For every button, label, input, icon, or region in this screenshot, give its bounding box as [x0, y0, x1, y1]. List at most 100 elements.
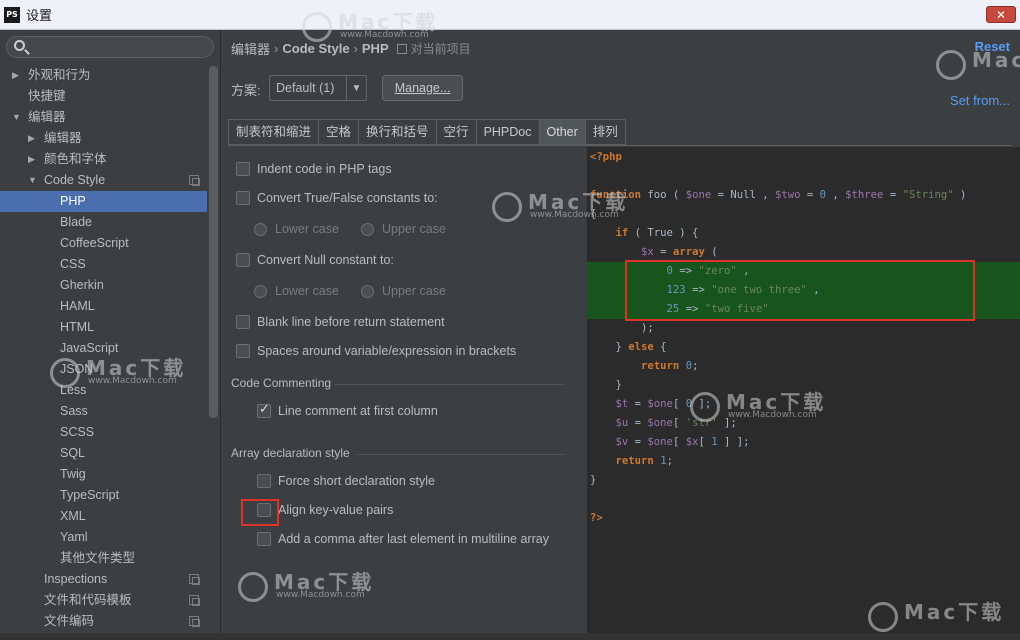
- blank-line-return-label: Blank line before return statement: [257, 315, 445, 329]
- code-token: 'str': [685, 417, 718, 429]
- sidebar-item[interactable]: ▶ 编辑器: [0, 128, 207, 149]
- close-button[interactable]: ✕: [986, 6, 1016, 23]
- null-upper-case-option[interactable]: Upper case: [361, 284, 446, 298]
- sidebar-item[interactable]: 其他文件类型: [0, 548, 207, 569]
- sidebar-item[interactable]: 文件和代码模板: [0, 590, 207, 611]
- blank-line-return-option[interactable]: Blank line before return statement: [236, 315, 445, 329]
- force-short-option[interactable]: Force short declaration style: [257, 474, 435, 488]
- sidebar-item[interactable]: JSON: [0, 359, 207, 380]
- spaces-brackets-checkbox[interactable]: [236, 344, 250, 358]
- tab[interactable]: Other: [539, 119, 586, 145]
- tab[interactable]: 换行和括号: [359, 119, 437, 145]
- code-token: }: [590, 379, 622, 391]
- sidebar-item-label: 文件和代码模板: [44, 593, 132, 607]
- sidebar-item[interactable]: TypeScript: [0, 485, 207, 506]
- search-input[interactable]: [6, 36, 214, 58]
- sidebar-item[interactable]: SQL: [0, 443, 207, 464]
- sidebar-item[interactable]: Gherkin: [0, 275, 207, 296]
- code-token: }: [590, 341, 629, 353]
- null-upper-case-radio[interactable]: [361, 284, 374, 298]
- code-token: if: [615, 227, 629, 239]
- indent-php-tags-checkbox[interactable]: [236, 162, 250, 176]
- code-line: );: [587, 319, 1020, 338]
- tab[interactable]: 制表符和缩进: [228, 119, 320, 145]
- code-token: $u: [615, 417, 629, 429]
- expand-right-icon[interactable]: ▶: [12, 65, 19, 86]
- code-token: $one: [685, 189, 712, 201]
- tf-upper-case-radio[interactable]: [361, 222, 374, 236]
- sidebar-item[interactable]: ▼ Code Style: [0, 170, 207, 191]
- convert-null-checkbox[interactable]: [236, 253, 250, 267]
- sidebar-item[interactable]: JavaScript: [0, 338, 207, 359]
- sidebar-item-label: HTML: [60, 320, 95, 334]
- annotation-highlight-box: [241, 499, 279, 526]
- reset-link[interactable]: Reset: [975, 39, 1010, 54]
- options-panel: Indent code in PHP tags Convert True/Fal…: [221, 147, 586, 640]
- code-token: $v: [615, 436, 629, 448]
- breadcrumb-editor: 编辑器: [231, 42, 271, 57]
- scheme-select[interactable]: Default (1) ▼: [269, 75, 367, 101]
- convert-null-option[interactable]: Convert Null constant to:: [236, 253, 394, 267]
- code-token: =: [800, 189, 820, 201]
- spaces-brackets-option[interactable]: Spaces around variable/expression in bra…: [236, 344, 516, 358]
- code-token: array: [672, 246, 705, 258]
- convert-true-false-checkbox[interactable]: [236, 191, 250, 205]
- line-comment-checkbox[interactable]: [257, 402, 271, 418]
- tf-lower-case-radio[interactable]: [254, 222, 267, 236]
- sidebar-item[interactable]: HTML: [0, 317, 207, 338]
- sidebar-item[interactable]: 文件编码: [0, 611, 207, 632]
- code-line: <?php: [587, 148, 1020, 167]
- expand-right-icon[interactable]: ▶: [28, 128, 35, 149]
- code-token: );: [590, 322, 654, 334]
- expand-right-icon[interactable]: ▶: [28, 149, 35, 170]
- add-comma-checkbox[interactable]: [257, 532, 271, 546]
- sidebar-item[interactable]: ▶ 颜色和字体: [0, 149, 207, 170]
- sidebar-item[interactable]: SCSS: [0, 422, 207, 443]
- sidebar-item[interactable]: PHP: [0, 191, 207, 212]
- sidebar-item[interactable]: 快捷键: [0, 86, 207, 107]
- copy-project-icon: [189, 595, 200, 606]
- project-scope-label: 对当前项目: [410, 42, 471, 56]
- add-comma-option[interactable]: Add a comma after last element in multil…: [257, 532, 549, 546]
- tab[interactable]: 空行: [436, 119, 477, 145]
- sidebar-item[interactable]: CoffeeScript: [0, 233, 207, 254]
- force-short-label: Force short declaration style: [278, 474, 436, 488]
- sidebar-item[interactable]: ▼ 编辑器: [0, 107, 207, 128]
- convert-true-false-option[interactable]: Convert True/False constants to:: [236, 191, 438, 205]
- tab[interactable]: 排列: [585, 119, 626, 145]
- code-line: $v = $one[ $x[ 1 ] ];: [587, 433, 1020, 452]
- code-token: =: [653, 246, 673, 258]
- tab[interactable]: PHPDoc: [476, 119, 540, 145]
- expand-down-icon[interactable]: ▼: [28, 170, 37, 191]
- tf-upper-case-option[interactable]: Upper case: [361, 222, 446, 236]
- sidebar-item[interactable]: ▶ 外观和行为: [0, 65, 207, 86]
- sidebar-item[interactable]: XML: [0, 506, 207, 527]
- code-token: $one: [647, 436, 673, 448]
- code-line: }: [587, 376, 1020, 395]
- sidebar-item[interactable]: Sass: [0, 401, 207, 422]
- code-preview: ?>} return 1; $v = $one[ $x[ 1 ] ]; $u =…: [587, 147, 1020, 640]
- force-short-checkbox[interactable]: [257, 474, 271, 488]
- expand-down-icon[interactable]: ▼: [12, 107, 21, 128]
- sidebar-item[interactable]: Twig: [0, 464, 207, 485]
- null-lower-case-radio[interactable]: [254, 284, 267, 298]
- null-lower-case-option[interactable]: Lower case: [254, 284, 339, 298]
- indent-php-tags-option[interactable]: Indent code in PHP tags: [236, 162, 392, 176]
- sidebar-item[interactable]: Less: [0, 380, 207, 401]
- blank-line-return-checkbox[interactable]: [236, 315, 250, 329]
- tf-lower-case-option[interactable]: Lower case: [254, 222, 339, 236]
- manage-button[interactable]: Manage...: [382, 75, 463, 101]
- sidebar-item[interactable]: Inspections: [0, 569, 207, 590]
- convert-true-false-label: Convert True/False constants to:: [257, 191, 438, 205]
- tab[interactable]: 空格: [319, 119, 360, 145]
- sidebar-item[interactable]: Yaml: [0, 527, 207, 548]
- sidebar-item[interactable]: Blade: [0, 212, 207, 233]
- sidebar-item[interactable]: HAML: [0, 296, 207, 317]
- sidebar-scrollbar[interactable]: [209, 66, 218, 418]
- convert-null-label: Convert Null constant to:: [257, 253, 394, 267]
- line-comment-option[interactable]: Line comment at first column: [257, 402, 438, 418]
- code-line: } else {: [587, 338, 1020, 357]
- set-from-link[interactable]: Set from...: [950, 93, 1010, 108]
- sidebar-item[interactable]: CSS: [0, 254, 207, 275]
